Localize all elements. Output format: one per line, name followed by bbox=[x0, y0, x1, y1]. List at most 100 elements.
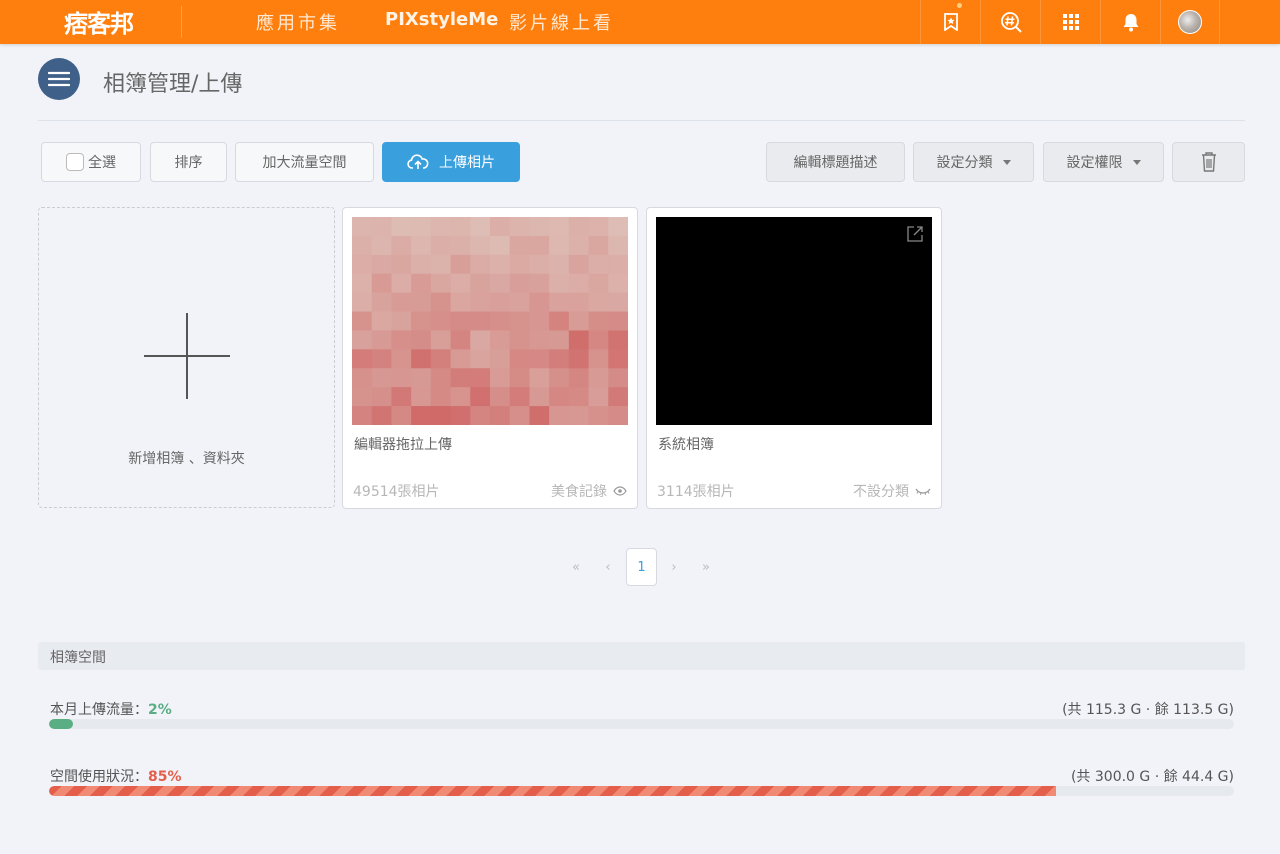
mosaic-tile bbox=[588, 368, 609, 388]
notification-dot bbox=[957, 3, 962, 8]
mosaic-tile bbox=[352, 235, 373, 256]
mosaic-tile bbox=[411, 387, 432, 407]
mosaic-tile bbox=[529, 330, 550, 350]
external-link-icon bbox=[907, 226, 923, 242]
album-title[interactable]: 系統相簿 bbox=[658, 434, 714, 454]
mosaic-tile bbox=[588, 217, 609, 237]
mosaic-tile bbox=[352, 406, 373, 425]
mosaic-tile bbox=[549, 217, 570, 237]
traffic-progress-fill bbox=[49, 719, 73, 729]
apps-grid-icon[interactable] bbox=[1040, 0, 1100, 44]
album-card[interactable]: 系統相簿 3114張相片 不設分類 bbox=[646, 207, 942, 509]
album-card[interactable]: 編輯器拖拉上傳 49514張相片 美食記錄 bbox=[342, 207, 638, 509]
album-photo-count: 49514張相片 bbox=[353, 484, 440, 500]
menu-button[interactable] bbox=[38, 58, 80, 100]
mosaic-tile bbox=[352, 254, 373, 275]
mosaic-tile bbox=[568, 406, 590, 425]
pagination-current-page[interactable]: 1 bbox=[626, 548, 657, 586]
mosaic-tile bbox=[549, 235, 570, 256]
mosaic-tile bbox=[391, 330, 412, 350]
mosaic-tile bbox=[490, 368, 511, 388]
mosaic-tile bbox=[411, 235, 432, 256]
eye-closed-icon bbox=[915, 488, 931, 495]
pagination-last[interactable]: » bbox=[696, 548, 716, 586]
page-title: 相簿管理/上傳 bbox=[103, 72, 243, 97]
space-percent: 85% bbox=[148, 769, 182, 785]
set-category-dropdown[interactable]: 設定分類 bbox=[913, 142, 1034, 182]
mosaic-tile bbox=[490, 387, 511, 407]
set-permission-label: 設定權限 bbox=[1066, 155, 1123, 171]
mosaic-tile bbox=[470, 349, 491, 369]
select-all-label: 全選 bbox=[88, 155, 116, 171]
logo[interactable]: 痞客邦 bbox=[64, 4, 134, 39]
mosaic-tile bbox=[391, 292, 412, 313]
mosaic-tile bbox=[470, 235, 491, 256]
mosaic-tile bbox=[509, 217, 530, 237]
sort-button[interactable]: 排序 bbox=[150, 142, 227, 182]
mosaic-tile bbox=[529, 254, 550, 275]
mosaic-tile bbox=[371, 349, 392, 369]
mosaic-tile bbox=[568, 330, 590, 350]
mosaic-tile bbox=[371, 235, 392, 256]
mosaic-tile bbox=[549, 387, 570, 407]
mosaic-tile bbox=[509, 406, 530, 425]
nav-app-market[interactable]: 應用市集 bbox=[256, 9, 340, 35]
mosaic-tile bbox=[450, 217, 471, 237]
mosaic-tile bbox=[549, 368, 570, 388]
mosaic-tile bbox=[371, 254, 392, 275]
mosaic-tile bbox=[608, 254, 628, 275]
mosaic-tile bbox=[430, 311, 452, 331]
avatar-button[interactable] bbox=[1160, 0, 1220, 44]
chevron-down-icon bbox=[1002, 159, 1011, 165]
bookmark-star-icon[interactable] bbox=[920, 0, 980, 44]
album-thumbnail[interactable] bbox=[352, 217, 628, 425]
mosaic-tile bbox=[470, 368, 491, 388]
mosaic-tile bbox=[529, 292, 550, 313]
bell-icon[interactable] bbox=[1100, 0, 1160, 44]
add-album-card[interactable]: 新增相簿 、資料夾 bbox=[38, 207, 335, 508]
mosaic-tile bbox=[490, 292, 511, 313]
album-category: 美食記錄 bbox=[551, 481, 627, 501]
plus-icon bbox=[144, 313, 230, 399]
mosaic-tile bbox=[411, 330, 432, 350]
mosaic-tile bbox=[352, 387, 373, 407]
edit-title-button[interactable]: 編輯標題描述 bbox=[766, 142, 905, 182]
hashtag-search-icon[interactable] bbox=[980, 0, 1040, 44]
mosaic-tile bbox=[529, 406, 550, 425]
select-all-checkbox[interactable] bbox=[66, 153, 84, 171]
mosaic-tile bbox=[568, 368, 590, 388]
mosaic-tile bbox=[470, 217, 491, 237]
mosaic-tile bbox=[568, 349, 590, 369]
set-permission-dropdown[interactable]: 設定權限 bbox=[1043, 142, 1164, 182]
mosaic-tile bbox=[588, 406, 609, 425]
album-title[interactable]: 編輯器拖拉上傳 bbox=[354, 434, 452, 454]
album-thumbnail[interactable] bbox=[656, 217, 932, 425]
nav-pixstyleme[interactable]: PIXstyleMe bbox=[385, 9, 498, 30]
mosaic-tile bbox=[509, 235, 530, 256]
nav-video[interactable]: 影片線上看 bbox=[509, 9, 614, 35]
mosaic-tile bbox=[568, 311, 590, 331]
expand-traffic-button[interactable]: 加大流量空間 bbox=[235, 142, 374, 182]
mosaic-tile bbox=[450, 406, 471, 425]
mosaic-tile bbox=[608, 311, 628, 331]
pagination-prev[interactable]: ‹ bbox=[598, 548, 618, 586]
pagination-first[interactable]: « bbox=[566, 548, 586, 586]
mosaic-tile bbox=[391, 387, 412, 407]
mosaic-tile bbox=[371, 406, 392, 425]
mosaic-tile bbox=[430, 349, 452, 369]
delete-button[interactable] bbox=[1172, 142, 1245, 182]
space-progress-fill bbox=[49, 786, 1057, 796]
pagination-next[interactable]: › bbox=[664, 548, 684, 586]
mosaic-tile bbox=[608, 273, 628, 294]
mosaic-tile bbox=[509, 273, 530, 294]
storage-header: 相簿空間 bbox=[38, 642, 1245, 670]
mosaic-tile bbox=[430, 368, 452, 388]
mosaic-tile bbox=[588, 387, 609, 407]
mosaic-tile bbox=[411, 406, 432, 425]
mosaic-tile bbox=[430, 330, 452, 350]
upload-photos-button[interactable]: 上傳相片 bbox=[382, 142, 520, 182]
mosaic-tile bbox=[411, 254, 432, 275]
mosaic-tile bbox=[371, 292, 392, 313]
mosaic-tile bbox=[470, 311, 491, 331]
select-all-button[interactable]: 全選 bbox=[41, 142, 141, 182]
